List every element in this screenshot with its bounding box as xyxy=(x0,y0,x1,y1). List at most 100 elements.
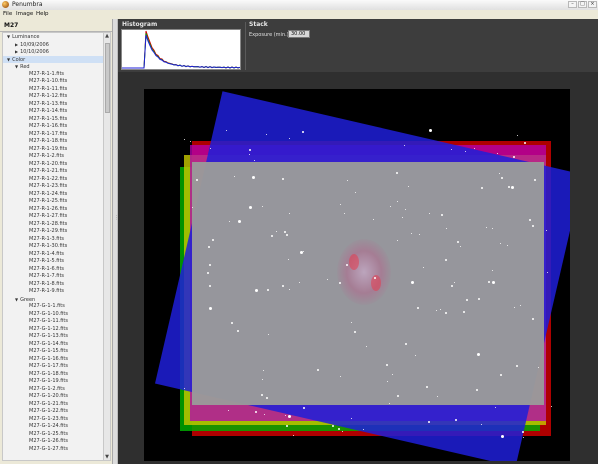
star xyxy=(293,435,294,436)
file-tree-item[interactable]: M27-R-1-28.fits xyxy=(3,221,104,228)
tree-item-label: Color xyxy=(12,56,26,63)
file-tree-item[interactable]: M27-G-1-20.fits xyxy=(3,393,104,400)
file-tree-item[interactable]: M27-G-1-13.fits xyxy=(3,333,104,340)
file-tree-item[interactable]: M27-R-1-1.fits xyxy=(3,71,104,78)
expand-down-icon[interactable]: ▼ xyxy=(15,297,18,302)
expand-down-icon[interactable]: ▼ xyxy=(7,34,10,39)
file-tree-item[interactable]: M27-R-1-24.fits xyxy=(3,191,104,198)
file-tree-item[interactable]: M27-G-1-15.fits xyxy=(3,348,104,355)
file-tree-item[interactable]: M27-R-1-11.fits xyxy=(3,86,104,93)
file-tree-item[interactable]: M27-G-1-12.fits xyxy=(3,326,104,333)
minimize-button[interactable]: – xyxy=(568,1,577,8)
file-tree-item[interactable]: M27-R-1-15.fits xyxy=(3,116,104,123)
file-tree-item[interactable]: M27-R-1-3.fits xyxy=(3,236,104,243)
file-tree-item[interactable]: M27-R-1-25.fits xyxy=(3,198,104,205)
tree-item-label: M27-G-1-1.fits xyxy=(29,303,65,309)
file-tree-item[interactable]: M27-G-1-23.fits xyxy=(3,416,104,423)
tree-group-item[interactable]: ▼ Green xyxy=(3,296,104,303)
file-tree-item[interactable]: M27-G-1-17.fits xyxy=(3,363,104,370)
file-tree-item[interactable]: M27-G-1-2.fits xyxy=(3,386,104,393)
file-tree-item[interactable]: M27-R-1-21.fits xyxy=(3,168,104,175)
tree-item-label: M27-R-1-30.fits xyxy=(29,243,68,249)
file-tree-item[interactable]: M27-R-1-30.fits xyxy=(3,243,104,250)
tree-item-label: M27-R-1-19.fits xyxy=(29,145,68,152)
tree-item-label: M27-G-1-11.fits xyxy=(29,318,68,324)
star xyxy=(355,192,356,193)
file-tree-item[interactable]: M27-R-1-19.fits xyxy=(3,145,104,153)
app-icon xyxy=(2,1,9,8)
file-tree-item[interactable]: M27-R-1-10.fits xyxy=(3,78,104,85)
file-tree-item[interactable]: M27-R-1-12.fits xyxy=(3,93,104,100)
expand-down-icon[interactable]: ▼ xyxy=(15,64,18,69)
file-tree-item[interactable]: M27-R-1-9.fits xyxy=(3,288,104,295)
histogram-red-channel xyxy=(122,30,241,69)
scroll-thumb[interactable] xyxy=(105,43,110,113)
tree-scrollbar[interactable]: ▲ ▼ xyxy=(103,32,111,461)
file-tree-item[interactable]: M27-R-1-14.fits xyxy=(3,108,104,115)
menu-file[interactable]: File xyxy=(3,11,12,17)
file-tree-item[interactable]: M27-R-1-27.fits xyxy=(3,213,104,220)
file-tree-item[interactable]: M27-G-1-22.fits xyxy=(3,408,104,415)
star xyxy=(445,312,447,314)
tree-group-item[interactable]: ▼ Luminance xyxy=(3,33,104,40)
file-tree-item[interactable]: M27-G-1-1.fits xyxy=(3,303,104,310)
file-tree-item[interactable]: M27-G-1-18.fits xyxy=(3,371,104,378)
exposure-input[interactable]: 30.00 xyxy=(288,30,310,38)
expand-down-icon[interactable]: ▼ xyxy=(7,57,10,62)
scroll-up-icon[interactable]: ▲ xyxy=(104,33,110,39)
file-tree-item[interactable]: M27-R-1-6.fits xyxy=(3,266,104,273)
file-tree-item[interactable]: M27-R-1-16.fits xyxy=(3,123,104,130)
expand-right-icon[interactable]: ▶ xyxy=(15,49,18,54)
star xyxy=(237,330,239,332)
file-tree-item[interactable]: M27-R-1-20.fits xyxy=(3,161,104,168)
stacked-image-canvas[interactable] xyxy=(144,89,570,461)
file-tree-item[interactable]: M27-R-1-18.fits xyxy=(3,138,104,145)
file-tree-item[interactable]: M27-R-1-4.fits xyxy=(3,251,104,258)
menu-help[interactable]: Help xyxy=(36,11,49,17)
file-tree-item[interactable]: M27-R-1-8.fits xyxy=(3,280,104,288)
image-viewer[interactable] xyxy=(118,72,598,464)
file-tree-item[interactable]: M27-G-1-25.fits xyxy=(3,431,104,438)
file-tree-item[interactable]: M27-R-1-2.fits xyxy=(3,153,104,160)
tree-item-label: M27-R-1-8.fits xyxy=(29,280,65,287)
star xyxy=(501,435,504,438)
file-tree-item[interactable]: M27-R-1-29.fits xyxy=(3,228,104,235)
star xyxy=(286,425,288,427)
tree-group-item[interactable]: ▶ 10/09/2006 xyxy=(3,41,104,48)
file-tree-item[interactable]: M27-G-1-24.fits xyxy=(3,423,104,430)
file-tree-item[interactable]: M27-R-1-5.fits xyxy=(3,258,104,265)
star xyxy=(340,204,341,205)
file-tree-item[interactable]: M27-G-1-10.fits xyxy=(3,311,104,318)
star xyxy=(486,227,487,228)
close-button[interactable]: × xyxy=(588,1,597,8)
tree-group-item[interactable]: ▼ Red xyxy=(3,63,104,70)
tree-group-item[interactable]: ▶ 10/10/2006 xyxy=(3,48,104,55)
maximize-button[interactable]: □ xyxy=(578,1,587,8)
tree-group-item[interactable]: ▼ Color xyxy=(3,55,104,63)
file-tree-item[interactable]: M27-G-1-26.fits xyxy=(3,438,104,445)
star xyxy=(317,369,319,371)
star xyxy=(477,353,480,356)
file-tree-item[interactable]: M27-R-1-26.fits xyxy=(3,206,104,213)
expand-right-icon[interactable]: ▶ xyxy=(15,42,18,47)
file-tree-item[interactable]: M27-G-1-19.fits xyxy=(3,378,104,385)
file-tree-item[interactable]: M27-R-1-17.fits xyxy=(3,131,104,138)
file-tree-item[interactable]: M27-G-1-16.fits xyxy=(3,356,104,363)
file-tree-item[interactable]: M27-G-1-21.fits xyxy=(3,401,104,408)
menu-image[interactable]: Image xyxy=(16,11,33,17)
star xyxy=(342,431,343,432)
star xyxy=(426,386,428,388)
file-tree-item[interactable]: M27-G-1-11.fits xyxy=(3,318,104,325)
file-tree-item[interactable]: M27-R-1-13.fits xyxy=(3,101,104,108)
file-tree-item[interactable]: M27-G-1-14.fits xyxy=(3,341,104,348)
star xyxy=(396,172,398,174)
file-tree-item[interactable]: M27-G-1-27.fits xyxy=(3,446,104,453)
star xyxy=(288,415,291,418)
scroll-down-icon[interactable]: ▼ xyxy=(104,454,110,460)
file-tree-item[interactable]: M27-R-1-23.fits xyxy=(3,183,104,190)
tree-item-label: M27-G-1-13.fits xyxy=(29,333,68,339)
star xyxy=(263,370,264,371)
file-tree-item[interactable]: M27-R-1-7.fits xyxy=(3,273,104,280)
file-tree-item[interactable]: M27-R-1-22.fits xyxy=(3,176,104,183)
exposure-label: Exposure (min.): xyxy=(249,32,291,38)
